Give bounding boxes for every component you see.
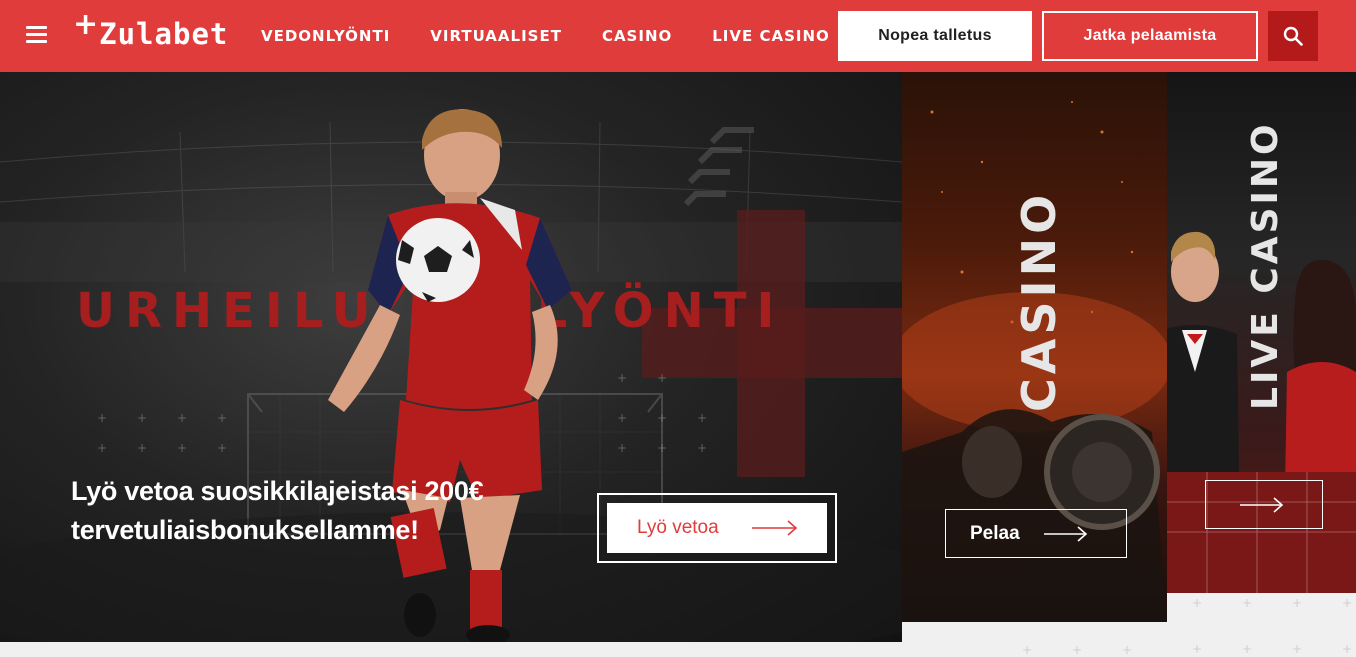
svg-text:+: + bbox=[617, 411, 627, 425]
casino-card[interactable]: CASINO Pelaa bbox=[902, 72, 1167, 622]
casino-card-title: CASINO bbox=[1012, 190, 1066, 412]
arrow-right-icon bbox=[752, 520, 798, 536]
logo-plus: + bbox=[73, 7, 99, 42]
svg-text:+: + bbox=[217, 441, 227, 455]
live-casino-card[interactable]: LIVE CASINO bbox=[1167, 72, 1356, 593]
svg-text:+: + bbox=[1342, 596, 1352, 610]
svg-text:+: + bbox=[697, 411, 707, 425]
continue-playing-button[interactable]: Jatka pelaamista bbox=[1042, 11, 1258, 61]
live-casino-card-title: LIVE CASINO bbox=[1245, 121, 1286, 410]
search-icon bbox=[1283, 26, 1303, 46]
svg-text:+: + bbox=[177, 441, 187, 455]
svg-text:+: + bbox=[177, 411, 187, 425]
nav-live-casino[interactable]: LIVE CASINO bbox=[712, 27, 830, 45]
svg-text:+: + bbox=[1292, 596, 1302, 610]
svg-text:+: + bbox=[617, 371, 627, 385]
play-casino-button[interactable]: Pelaa bbox=[945, 509, 1127, 558]
zulabet-logo[interactable]: + Zulabet bbox=[73, 7, 228, 52]
svg-text:+: + bbox=[97, 411, 107, 425]
bet-now-button[interactable]: Lyö vetoa bbox=[597, 493, 837, 563]
svg-text:+: + bbox=[657, 371, 667, 385]
football-player-image bbox=[328, 109, 572, 642]
svg-text:+: + bbox=[137, 411, 147, 425]
svg-text:+: + bbox=[1292, 642, 1302, 656]
arrow-right-icon bbox=[1044, 526, 1088, 542]
svg-text:+: + bbox=[1072, 643, 1082, 657]
svg-text:+: + bbox=[697, 441, 707, 455]
page-background-pattern: + + + + + + + + bbox=[1192, 596, 1352, 656]
arrow-right-icon bbox=[1240, 497, 1284, 513]
svg-text:+: + bbox=[1342, 642, 1352, 656]
hamburger-icon[interactable] bbox=[26, 26, 47, 44]
nav-vedonlyonti[interactable]: VEDONLYÖNTI bbox=[261, 27, 390, 45]
svg-text:+: + bbox=[137, 441, 147, 455]
main-nav: VEDONLYÖNTI VIRTUAALISET CASINO LIVE CAS… bbox=[261, 0, 870, 72]
svg-text:+: + bbox=[1192, 642, 1202, 656]
svg-text:+: + bbox=[1192, 596, 1202, 610]
logo-word: Zulabet bbox=[99, 17, 229, 51]
svg-text:+: + bbox=[617, 441, 627, 455]
svg-text:+: + bbox=[1122, 643, 1132, 657]
svg-text:+: + bbox=[657, 441, 667, 455]
hero-promo-text: Lyö vetoa suosikkilajeistasi 200€ tervet… bbox=[71, 476, 484, 545]
svg-text:+: + bbox=[1242, 642, 1252, 656]
play-live-casino-button[interactable] bbox=[1205, 480, 1323, 529]
quick-deposit-button[interactable]: Nopea talletus bbox=[838, 11, 1032, 61]
sports-hero-banner[interactable]: + + + + + + + + + + + + + + + + URHEILU LYÖNTI bbox=[0, 72, 902, 642]
nav-casino[interactable]: CASINO bbox=[602, 27, 672, 45]
nav-virtuaaliset[interactable]: VIRTUAALISET bbox=[430, 27, 562, 45]
top-header: + Zulabet VEDONLYÖNTI VIRTUAALISET CASIN… bbox=[0, 0, 1356, 72]
svg-text:+: + bbox=[657, 411, 667, 425]
svg-text:+: + bbox=[1242, 596, 1252, 610]
play-casino-label: Pelaa bbox=[970, 522, 1020, 544]
svg-text:+: + bbox=[97, 441, 107, 455]
bet-now-label: Lyö vetoa bbox=[637, 517, 719, 538]
svg-text:+: + bbox=[1022, 643, 1032, 657]
page-background-pattern-lower: + + + bbox=[1022, 643, 1132, 657]
svg-text:+: + bbox=[217, 411, 227, 425]
search-button[interactable] bbox=[1268, 11, 1318, 61]
